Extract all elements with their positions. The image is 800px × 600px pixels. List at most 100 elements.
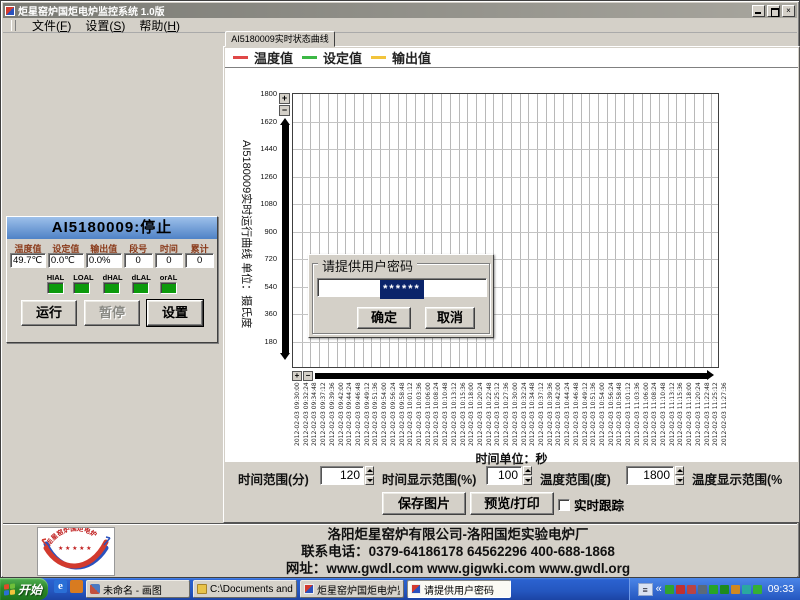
- spinner-up-icon[interactable]: [523, 466, 532, 475]
- field-value[interactable]: 0.0%: [86, 253, 122, 268]
- gridline-vertical: [589, 94, 590, 367]
- gridline-horizontal: [293, 342, 718, 343]
- temp-range-value[interactable]: 1800: [626, 466, 674, 485]
- gridline-vertical: [572, 94, 573, 367]
- password-input[interactable]: ******: [317, 278, 487, 297]
- vertical-scroll-up-arrow[interactable]: [280, 118, 290, 125]
- menu-item-s[interactable]: 设置(S): [85, 17, 125, 34]
- gridline-vertical: [302, 94, 303, 367]
- password-dialog: 请提供用户密码 ****** 确定 取消: [308, 254, 494, 338]
- messenger-tray-icon[interactable]: [742, 585, 751, 594]
- time-display-spinner[interactable]: 100: [486, 466, 532, 485]
- start-label: 开始: [18, 581, 42, 598]
- svg-text:★ ★ ★ ★ ★: ★ ★ ★ ★ ★: [58, 545, 92, 552]
- field-value[interactable]: 0.0℃: [48, 253, 84, 268]
- x-tick-label: 2012-02-03 10:01:12: [407, 380, 416, 446]
- alarm-light: [103, 282, 120, 294]
- spinner-down-icon[interactable]: [675, 476, 684, 485]
- media-player-icon[interactable]: [70, 580, 83, 593]
- legend-swatch: [302, 56, 317, 59]
- paint-icon: [90, 584, 100, 594]
- taskbar-task[interactable]: C:\Documents and Se...: [193, 580, 297, 598]
- save-image-button[interactable]: 保存图片: [382, 492, 466, 515]
- vertical-scrollbar[interactable]: [282, 125, 289, 353]
- shield-icon[interactable]: [720, 585, 729, 594]
- x-tick-label: 2012-02-03 09:39:36: [329, 380, 338, 446]
- gridline-vertical: [659, 94, 660, 367]
- close-button[interactable]: ×: [782, 5, 795, 17]
- vertical-zoom-out-button[interactable]: −: [279, 105, 290, 116]
- furnace-status-title: AI5180009:停止: [7, 217, 217, 239]
- field-label: 设定值: [48, 242, 84, 253]
- realtime-track-option[interactable]: 实时跟踪: [558, 495, 624, 514]
- volume-muted-icon[interactable]: [676, 585, 685, 594]
- taskbar-task[interactable]: 请提供用户密码: [407, 580, 511, 598]
- vertical-zoom-in-button[interactable]: +: [279, 93, 290, 104]
- signal-strength-icon[interactable]: [698, 585, 707, 594]
- legend-item: 设定值: [302, 48, 362, 67]
- field-value[interactable]: 0: [155, 253, 184, 268]
- website-urls: 网址：www.gwdl.com www.gigwki.com www.gwdl.…: [173, 560, 743, 577]
- x-tick-label: 2012-02-03 10:27:36: [503, 380, 512, 446]
- spinner-up-icon[interactable]: [675, 466, 684, 475]
- status-ok-icon[interactable]: [709, 585, 718, 594]
- run-button[interactable]: 运行: [21, 300, 77, 326]
- gridline-horizontal: [293, 149, 718, 150]
- alarm-indicators: HIALLOALdHALdLALorAL: [7, 273, 217, 294]
- realtime-track-checkbox[interactable]: [558, 499, 570, 511]
- app-icon: [411, 584, 421, 594]
- setup-button[interactable]: 设置: [147, 300, 203, 326]
- start-button[interactable]: 开始: [0, 578, 48, 600]
- x-tick-label: 2012-02-03 10:44:24: [564, 380, 573, 446]
- x-tick-label: 2012-02-03 09:37:12: [320, 380, 329, 446]
- gridline-vertical: [694, 94, 695, 367]
- audio-muted-icon[interactable]: [687, 585, 696, 594]
- x-tick-label: 2012-02-03 09:56:24: [390, 380, 399, 446]
- field-label: 累计: [185, 242, 214, 253]
- gridline-vertical: [546, 94, 547, 367]
- gridline-vertical: [633, 94, 634, 367]
- svg-text:炬星窑炉国炬电炉: 炬星窑炉国炬电炉: [44, 528, 99, 547]
- taskbar-task[interactable]: 炬星窑炉国炬电炉监...: [300, 580, 404, 598]
- system-tray: ≡ « 09:33: [629, 578, 800, 600]
- alarm-label: dHAL: [103, 273, 123, 282]
- spinner-down-icon[interactable]: [365, 476, 374, 485]
- gridline-vertical: [537, 94, 538, 367]
- field-value[interactable]: 49.7℃: [10, 253, 46, 268]
- x-tick-label: 2012-02-03 10:46:48: [573, 380, 582, 446]
- gridline-vertical: [520, 94, 521, 367]
- field-value[interactable]: 0: [185, 253, 214, 268]
- alarm-label: orAL: [160, 273, 178, 282]
- hide-icons-chevron[interactable]: «: [656, 583, 662, 595]
- x-tick-label: 2012-02-03 11:01:12: [625, 380, 634, 446]
- x-tick-label: 2012-02-03 09:30:00: [294, 380, 303, 446]
- spinner-down-icon[interactable]: [523, 476, 532, 485]
- time-range-value[interactable]: 120: [320, 466, 364, 485]
- tab-realtime-curve[interactable]: AI5180009实时状态曲线: [225, 31, 335, 47]
- document-tray-icon[interactable]: [731, 585, 740, 594]
- y-tick-label: 540: [264, 282, 277, 291]
- time-display-range-label: 时间显示范围(%): [382, 469, 476, 488]
- temp-range-spinner[interactable]: 1800: [626, 466, 684, 485]
- ok-button[interactable]: 确定: [357, 307, 411, 329]
- spinner-up-icon[interactable]: [365, 466, 374, 475]
- cancel-button[interactable]: 取消: [425, 307, 475, 329]
- taskbar-task[interactable]: 未命名 - 画图: [86, 580, 190, 598]
- antivirus-icon[interactable]: [665, 585, 674, 594]
- field-label: 输出值: [86, 242, 122, 253]
- menu-item-h[interactable]: 帮助(H): [139, 17, 180, 34]
- language-bar-icon[interactable]: ≡: [638, 583, 653, 596]
- time-display-value[interactable]: 100: [486, 466, 522, 485]
- preview-print-button[interactable]: 预览/打印: [470, 492, 554, 515]
- time-range-spinner[interactable]: 120: [320, 466, 374, 485]
- minimize-button[interactable]: [752, 5, 765, 17]
- update-icon[interactable]: [753, 585, 762, 594]
- field-value[interactable]: 0: [124, 253, 153, 268]
- restore-button[interactable]: [767, 5, 780, 17]
- vertical-scroll-down-arrow[interactable]: [280, 353, 290, 360]
- gridline-vertical: [502, 94, 503, 367]
- legend-item: 输出值: [371, 48, 431, 67]
- gridline-vertical: [598, 94, 599, 367]
- menu-item-f[interactable]: 文件(F): [32, 17, 71, 34]
- ie-icon[interactable]: e: [54, 580, 67, 593]
